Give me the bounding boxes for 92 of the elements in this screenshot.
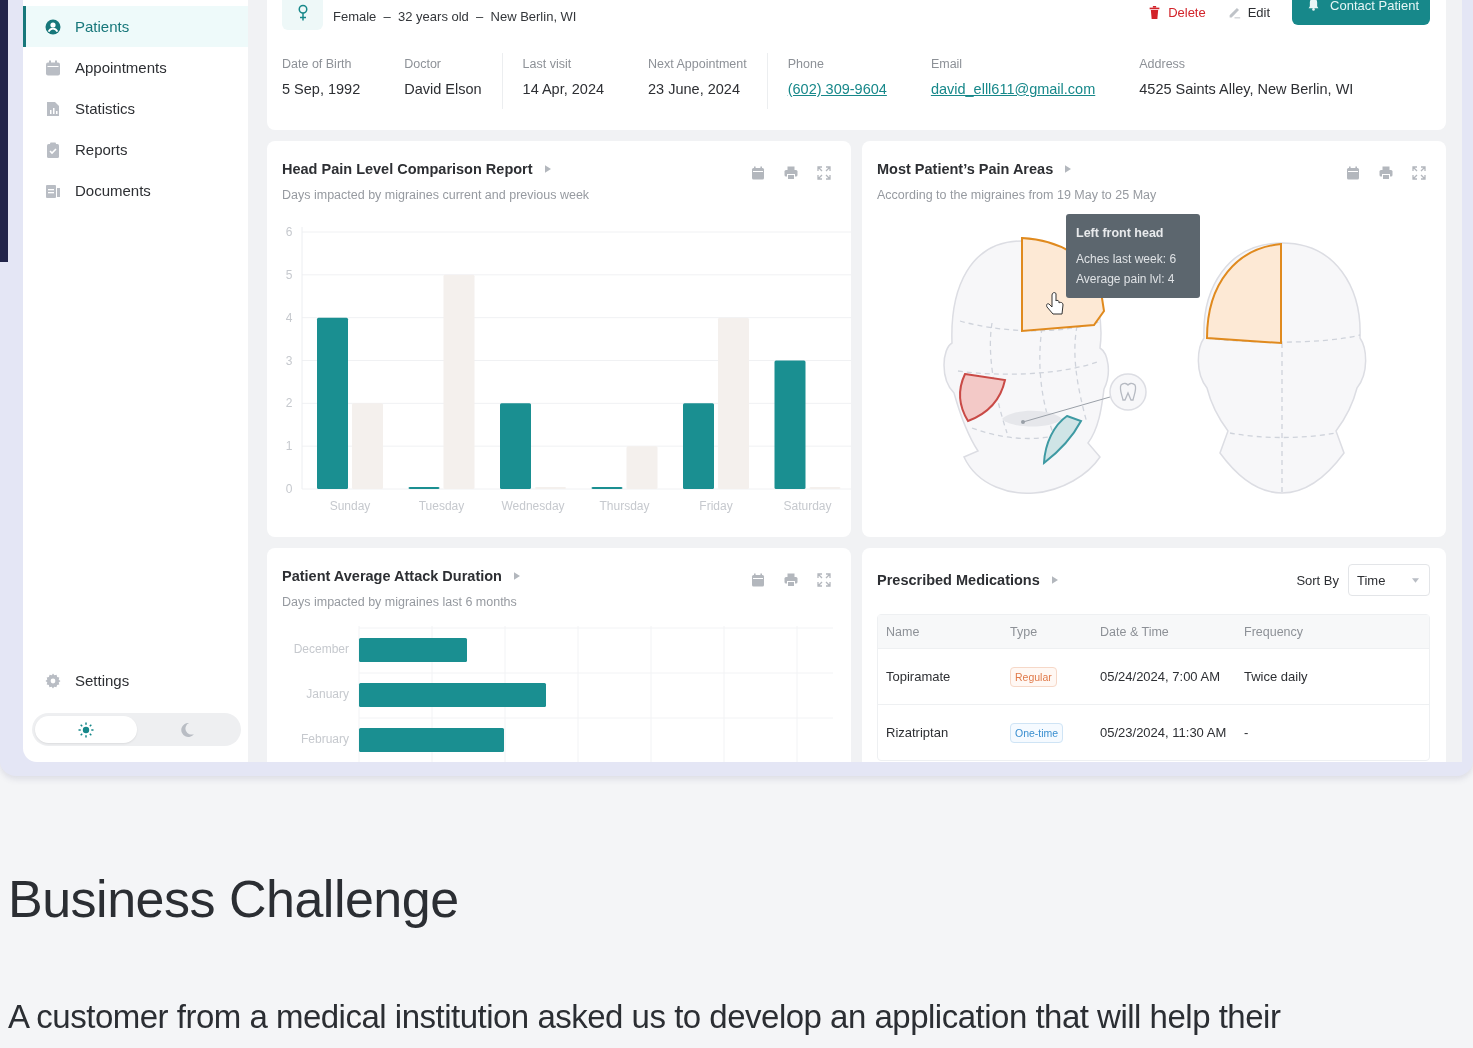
axis-category-label: Saturday (783, 499, 832, 513)
axis-tick-label: 1 (285, 439, 293, 454)
detail-value: 23 June, 2024 (648, 81, 741, 97)
sun-icon (77, 721, 94, 738)
light-mode-button[interactable] (35, 716, 137, 743)
detail-value: 14 Apr, 2024 (522, 81, 605, 97)
calendar-icon (45, 59, 61, 76)
expand-icon[interactable] (1412, 166, 1426, 180)
axis-category-label: January (306, 686, 349, 702)
sidebar-item[interactable]: Patients (23, 6, 248, 47)
axis-tick-label: 3 (285, 353, 293, 368)
expand-icon[interactable] (817, 573, 831, 587)
trash-icon (1148, 6, 1162, 19)
bell-icon (1307, 0, 1321, 11)
table-cell-text: 05/23/2024, 11:30 AM (1100, 725, 1228, 740)
detail-label: Address (1139, 57, 1187, 71)
settings-icon (45, 672, 61, 689)
print-icon[interactable] (1379, 166, 1393, 180)
axis-category-label: February (300, 731, 349, 747)
detail-value: 5 Sep, 1992 (282, 81, 361, 97)
paragraph: A customer from a medical institution asked us to develop an application that will help their (7, 997, 1282, 1037)
table-cell-text: Topiramate (886, 669, 952, 684)
play-icon[interactable] (544, 165, 551, 173)
table-cell-text: Twice daily (1244, 669, 1309, 684)
card-title: Head Pain Level Comparison Report (282, 161, 533, 177)
moon-icon (179, 721, 196, 738)
card-title: Most Patient’s Pain Areas (877, 161, 1054, 177)
sort-dropdown[interactable]: Time (1348, 564, 1430, 596)
tooltip-text: Average pain lvl: 4 (1076, 271, 1176, 288)
card-subtitle: Days impacted by migraines last 6 months (282, 595, 518, 609)
tooltip-text: Aches last week: 6 (1076, 251, 1178, 268)
detail-link[interactable]: david_elll611@gmail.com (930, 81, 1096, 97)
card-title: Patient Average Attack Duration (282, 568, 502, 584)
axis-tick-label: 4 (285, 310, 293, 325)
type-tag: One-time (1010, 723, 1064, 743)
axis-tick-label: 2 (285, 396, 293, 411)
axis-category-label: Tuesday (418, 499, 465, 513)
axis-tick-label: 5 (285, 267, 293, 282)
detail-label: Email (930, 57, 964, 71)
table-cell-text: 05/24/2024, 7:00 AM (1100, 669, 1221, 684)
detail-label: Last visit (522, 57, 573, 71)
print-icon[interactable] (784, 166, 798, 180)
card-subtitle: Days impacted by migraines current and previous week (282, 188, 590, 202)
document-icon (45, 182, 61, 199)
sidebar-item[interactable]: Appointments (23, 47, 248, 88)
calendar-icon[interactable] (1346, 166, 1360, 180)
detail-label: Phone (787, 57, 825, 71)
detail-label: Doctor (404, 57, 443, 71)
caret-icon (1412, 577, 1419, 583)
type-tag: Regular (1010, 667, 1057, 687)
user-icon (45, 18, 61, 35)
play-icon[interactable] (1065, 165, 1072, 173)
settings-item[interactable]: Settings (23, 660, 248, 701)
detail-value: David Elson (404, 81, 482, 97)
table-cell-text: Rizatriptan (886, 725, 950, 740)
axis-category-label: Thursday (599, 499, 650, 513)
contact-patient-button[interactable]: Contact Patient (1292, 0, 1430, 25)
card-title: Prescribed Medications (877, 572, 1040, 588)
column-header: Frequency (1244, 624, 1305, 639)
sort-label: Sort By (1296, 572, 1339, 588)
clipboard-check-icon (45, 141, 61, 158)
card-subtitle: According to the migraines from 19 May to 25 May (877, 188, 1157, 202)
play-icon[interactable] (1051, 576, 1058, 584)
print-icon[interactable] (784, 573, 798, 587)
detail-label: Date of Birth (282, 57, 353, 71)
sidebar-item[interactable]: Statistics (23, 88, 248, 129)
play-icon[interactable] (514, 572, 520, 580)
sidebar-item[interactable]: Documents (23, 170, 248, 211)
detail-label: Next Appointment (648, 57, 747, 71)
expand-icon[interactable] (817, 166, 831, 180)
table-cell-text: - (1244, 725, 1250, 740)
patient-summary: Female – 32 years old – New Berlin, WI (333, 9, 577, 26)
chart-document-icon (45, 100, 61, 117)
tooltip-title: Left front head (1076, 226, 1165, 240)
axis-category-label: Wednesday (501, 499, 565, 513)
female-symbol-icon (296, 4, 309, 22)
detail-link[interactable]: (602) 309-9604 (787, 81, 887, 97)
pencil-icon (1227, 6, 1241, 19)
column-header: Type (1010, 624, 1039, 639)
calendar-icon[interactable] (751, 166, 765, 180)
axis-category-label: Sunday (329, 499, 371, 513)
sidebar-item[interactable]: Reports (23, 129, 248, 170)
delete-button[interactable]: Delete (1148, 5, 1206, 20)
column-header: Date & Time (1100, 624, 1170, 639)
calendar-icon[interactable] (751, 573, 765, 587)
hand-cursor-icon (1046, 292, 1064, 315)
axis-category-label: December (293, 641, 349, 657)
section-heading: Business Challenge (7, 869, 460, 929)
detail-value: 4525 Saints Alley, New Berlin, WI (1139, 81, 1354, 97)
column-header: Name (886, 624, 921, 639)
edit-button[interactable]: Edit (1227, 5, 1271, 20)
axis-category-label: Friday (699, 499, 733, 513)
